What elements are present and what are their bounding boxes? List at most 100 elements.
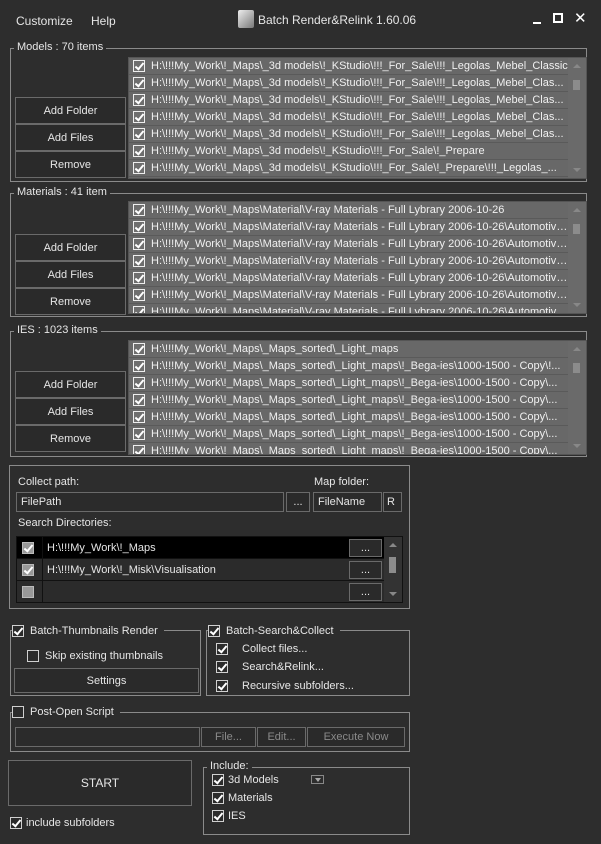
list-item[interactable]: H:\!!!My_Work\!_Maps\_Maps_sorted\_Light… — [129, 358, 586, 375]
collect-path-label: Collect path: — [18, 476, 80, 488]
models-add-files-button[interactable]: Add Files — [15, 124, 126, 151]
browse-button[interactable]: ... — [349, 583, 382, 601]
map-folder-input[interactable]: FileName — [313, 492, 382, 512]
checkbox[interactable] — [133, 162, 145, 174]
list-item[interactable]: H:\!!!My_Work\!_Maps\_Maps_sorted\_Light… — [129, 409, 586, 426]
checkbox[interactable] — [133, 272, 145, 284]
list-item[interactable]: H:\!!!My_Work\!_Maps\_3d models\!_KStudi… — [129, 160, 586, 177]
start-button[interactable]: START — [8, 760, 192, 806]
list-item[interactable]: H:\!!!My_Work\!_Maps\Material\V-ray Mate… — [129, 270, 586, 287]
materials-remove-button[interactable]: Remove — [15, 288, 126, 315]
list-item[interactable]: H:\!!!My_Work\!_Maps\Material\V-ray Mate… — [129, 219, 586, 236]
checkbox[interactable] — [133, 394, 145, 406]
include-subfolders-checkbox[interactable]: include subfolders — [10, 817, 115, 829]
search-collect-checkbox[interactable]: Batch-Search&Collect — [208, 625, 340, 637]
checkbox[interactable] — [133, 255, 145, 267]
list-item[interactable]: H:\!!!My_Work\!_Maps\_3d models\!_KStudi… — [129, 58, 586, 75]
browse-button[interactable]: ... — [349, 539, 382, 557]
file-button[interactable]: File... — [201, 727, 256, 747]
checkbox[interactable] — [133, 289, 145, 301]
checkbox[interactable] — [133, 145, 145, 157]
list-item[interactable]: H:\!!!My_Work\!_Maps\_3d models\!_KStudi… — [129, 126, 586, 143]
scrollbar[interactable] — [568, 202, 586, 313]
materials-add-folder-button[interactable]: Add Folder — [15, 234, 126, 261]
list-item[interactable]: H:\!!!My_Work\!_Maps\_Maps_sorted\_Light… — [129, 341, 586, 358]
window-title: Batch Render&Relink 1.60.06 — [258, 13, 417, 27]
include-materials-label: Materials — [228, 792, 273, 804]
thumbnails-checkbox[interactable]: Batch-Thumbnails Render — [12, 625, 164, 637]
dropdown-icon[interactable] — [311, 775, 324, 784]
list-item[interactable]: H:\!!!My_Work\!_Maps\Material\V-ray Mate… — [129, 287, 586, 304]
collect-files-checkbox[interactable]: Collect files... — [216, 643, 307, 655]
list-item[interactable]: H:\!!!My_Work\!_Maps\_3d models\!_KStudi… — [129, 143, 586, 160]
checkbox[interactable] — [133, 445, 145, 454]
maximize-icon[interactable] — [553, 13, 563, 23]
include-ies-checkbox[interactable]: IES — [212, 810, 246, 822]
scrollbar[interactable] — [568, 341, 586, 454]
list-item[interactable]: H:\!!!My_Work\!_Maps\_3d models\!_KStudi… — [129, 109, 586, 126]
reset-button[interactable]: R — [383, 492, 402, 512]
post-open-checkbox[interactable]: Post-Open Script — [12, 706, 120, 718]
recursive-checkbox[interactable]: Recursive subfolders... — [216, 680, 354, 692]
checkbox[interactable] — [133, 238, 145, 250]
menu-customize[interactable]: Customize — [16, 14, 73, 28]
checkbox[interactable] — [133, 111, 145, 123]
checkbox[interactable] — [133, 306, 145, 313]
search-relink-checkbox[interactable]: Search&Relink... — [216, 661, 324, 673]
list-item[interactable]: H:\!!!My_Work\!_Maps\_Maps_sorted\_Light… — [129, 392, 586, 409]
checkbox[interactable] — [133, 60, 145, 72]
search-directories-list[interactable]: H:\!!!My_Work\!_Maps... H:\!!!My_Work\!_M… — [16, 536, 403, 603]
materials-list[interactable]: H:\!!!My_Work\!_Maps\Material\V-ray Mate… — [128, 201, 587, 314]
list-item[interactable]: H:\!!!My_Work\!_Maps\_Maps_sorted\_Light… — [129, 426, 586, 443]
checkbox[interactable] — [133, 94, 145, 106]
checkbox[interactable] — [133, 360, 145, 372]
models-add-folder-button[interactable]: Add Folder — [15, 97, 126, 124]
scrollbar[interactable] — [384, 537, 402, 602]
checkbox[interactable] — [133, 343, 145, 355]
models-remove-button[interactable]: Remove — [15, 151, 126, 178]
models-list[interactable]: H:\!!!My_Work\!_Maps\_3d models\!_KStudi… — [128, 57, 587, 179]
checkbox[interactable] — [22, 585, 34, 598]
list-item[interactable]: H:\!!!My_Work\!_Maps\_3d models\!_KStudi… — [129, 92, 586, 109]
checkbox[interactable] — [133, 428, 145, 440]
skip-thumbnails-label: Skip existing thumbnails — [45, 650, 164, 662]
execute-now-button[interactable]: Execute Now — [307, 727, 405, 747]
minimize-icon[interactable] — [533, 22, 541, 24]
list-item[interactable]: H:\!!!My_Work\!_Maps\Material\V-ray Mate… — [129, 304, 586, 313]
checkbox[interactable] — [133, 221, 145, 233]
list-item[interactable]: H:\!!!My_Work\!_Maps\_3d models\!_KStudi… — [129, 75, 586, 92]
collect-path-input[interactable]: FilePath — [16, 492, 284, 512]
list-item[interactable]: H:\!!!My_Work\!_Maps\Material\V-ray Mate… — [129, 202, 586, 219]
close-icon[interactable]: ✕ — [574, 9, 587, 27]
ies-list[interactable]: H:\!!!My_Work\!_Maps\_Maps_sorted\_Light… — [128, 340, 587, 455]
search-directory-row[interactable]: H:\!!!My_Work\!_Maps... — [17, 536, 385, 559]
ies-add-files-button[interactable]: Add Files — [15, 398, 126, 425]
ies-add-folder-button[interactable]: Add Folder — [15, 371, 126, 398]
list-item[interactable]: H:\!!!My_Work\!_Maps\Material\V-ray Mate… — [129, 236, 586, 253]
checkbox[interactable] — [22, 541, 34, 554]
include-materials-checkbox[interactable]: Materials — [212, 792, 273, 804]
ies-remove-button[interactable]: Remove — [15, 425, 126, 452]
list-item[interactable]: H:\!!!My_Work\!_Maps\Material\V-ray Mate… — [129, 253, 586, 270]
thumbnails-label: Batch-Thumbnails Render — [30, 625, 158, 637]
collect-path-browse-button[interactable]: ... — [286, 492, 310, 512]
checkbox[interactable] — [22, 563, 34, 576]
edit-button[interactable]: Edit... — [257, 727, 306, 747]
menu-help[interactable]: Help — [91, 14, 116, 28]
scrollbar[interactable] — [568, 58, 586, 178]
browse-button[interactable]: ... — [349, 561, 382, 579]
checkbox[interactable] — [133, 77, 145, 89]
list-item[interactable]: H:\!!!My_Work\!_Maps\_Maps_sorted\_Light… — [129, 443, 586, 454]
settings-button[interactable]: Settings — [14, 668, 199, 693]
search-directory-row[interactable]: H:\!!!My_Work\!_Misk\Visualisation... — [17, 558, 385, 581]
list-item[interactable]: H:\!!!My_Work\!_Maps\_Maps_sorted\_Light… — [129, 375, 586, 392]
skip-thumbnails-checkbox[interactable]: Skip existing thumbnails — [27, 650, 163, 662]
checkbox[interactable] — [133, 411, 145, 423]
search-directory-row[interactable]: ... — [17, 580, 385, 603]
post-open-script-input[interactable] — [15, 727, 200, 747]
checkbox[interactable] — [133, 204, 145, 216]
include-models-checkbox[interactable]: 3d Models — [212, 774, 279, 786]
checkbox[interactable] — [133, 377, 145, 389]
materials-add-files-button[interactable]: Add Files — [15, 261, 126, 288]
checkbox[interactable] — [133, 128, 145, 140]
